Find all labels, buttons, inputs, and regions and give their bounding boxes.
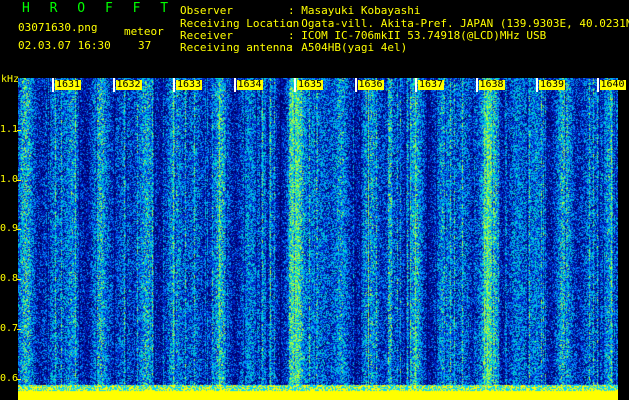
antenna-label: Receiving antenna xyxy=(180,41,293,54)
y-tick-label: 1.0 xyxy=(0,174,19,185)
y-tick-mark xyxy=(17,279,21,280)
filename: 03071630.png xyxy=(18,21,98,34)
x-tick-mark xyxy=(233,78,236,92)
meteor-label: meteor xyxy=(124,25,164,38)
x-tick-label: 1637 xyxy=(418,79,445,90)
antenna-value: : A504HB(yagi 4el) xyxy=(288,41,408,54)
x-tick-label: 1640 xyxy=(599,79,626,90)
y-tick-mark xyxy=(17,379,21,380)
x-tick-mark xyxy=(294,78,296,92)
observer-value: : Masayuki Kobayashi xyxy=(288,4,421,17)
y-tick-label: 0.7 xyxy=(0,323,19,334)
datetime: 02.03.07 16:30 xyxy=(18,39,111,52)
y-tick-label: 1.1 xyxy=(0,124,19,135)
x-tick-label: 1632 xyxy=(115,79,142,90)
x-tick-mark xyxy=(596,78,599,92)
x-tick-label: 1635 xyxy=(297,79,324,90)
x-tick-label: 1633 xyxy=(176,79,203,90)
x-tick-mark xyxy=(354,78,357,92)
x-tick-mark xyxy=(415,78,417,92)
y-tick-mark xyxy=(17,180,21,181)
axis-unit: kHz xyxy=(1,74,20,85)
x-tick-mark xyxy=(173,78,175,92)
spectrogram xyxy=(18,78,618,400)
y-tick-label: 0.6 xyxy=(0,373,19,384)
x-tick-mark xyxy=(536,78,538,92)
observer-label: Observer xyxy=(180,4,233,17)
y-tick-mark xyxy=(17,229,21,230)
x-tick-mark xyxy=(475,78,478,92)
meteor-count: 37 xyxy=(138,39,152,52)
x-tick-label: 1638 xyxy=(478,79,505,90)
x-tick-label: 1639 xyxy=(539,79,566,90)
x-tick-mark xyxy=(52,78,54,92)
app-title: H R O F F T xyxy=(22,1,175,16)
y-tick-mark xyxy=(17,130,21,131)
x-tick-label: 1631 xyxy=(55,79,82,90)
x-tick-mark xyxy=(112,78,115,92)
y-tick-mark xyxy=(17,329,21,330)
x-tick-label: 1634 xyxy=(236,79,263,90)
y-tick-label: 0.9 xyxy=(0,223,19,234)
y-tick-label: 0.8 xyxy=(0,273,19,284)
x-tick-label: 1636 xyxy=(357,79,384,90)
